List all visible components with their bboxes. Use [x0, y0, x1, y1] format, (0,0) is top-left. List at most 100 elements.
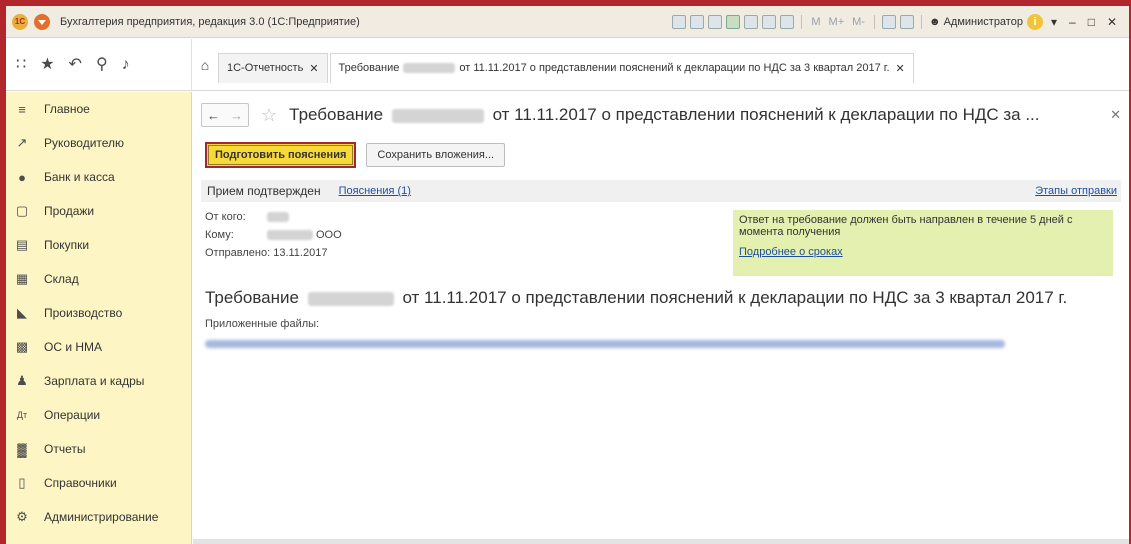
- book-icon: ▯: [18, 475, 26, 490]
- calculator-icon[interactable]: [762, 14, 777, 29]
- history-icon[interactable]: ↶: [69, 56, 82, 73]
- sidebar-item-label: Отчеты: [44, 442, 86, 456]
- deadlines-more-link[interactable]: Подробнее о сроках: [739, 246, 1107, 258]
- sidebar-item-catalogs[interactable]: ▯ Справочники: [6, 466, 191, 500]
- sidebar-item-label: Главное: [44, 102, 90, 116]
- sending-stages-link[interactable]: Этапы отправки: [1035, 185, 1117, 197]
- sidebar-item-main[interactable]: ≡ Главное: [6, 92, 191, 126]
- home-icon[interactable]: ⌂: [192, 39, 218, 90]
- sidebar-item-manager[interactable]: ↗ Руководителю: [6, 126, 191, 160]
- search-icon[interactable]: ⚲: [96, 56, 108, 73]
- window-title: Бухгалтерия предприятия, редакция 3.0 (1…: [60, 15, 360, 28]
- save-icon[interactable]: [672, 14, 687, 29]
- sent-row: Отправлено: 13.11.2017: [205, 244, 342, 262]
- menu-icon: ≡: [18, 101, 26, 117]
- title-end: от 11.11.2017 о представлении пояснений …: [492, 105, 1040, 124]
- sidebar-item-label: Склад: [44, 272, 79, 286]
- info-icon[interactable]: i: [1026, 13, 1043, 30]
- forward-arrow-icon[interactable]: →: [230, 108, 243, 123]
- sidebar-item-label: Администрирование: [44, 510, 159, 524]
- notifications-bell-icon[interactable]: ♪: [122, 56, 130, 73]
- sidebar-item-label: Зарплата и кадры: [44, 374, 145, 388]
- favorite-star-icon[interactable]: ☆: [261, 105, 277, 126]
- user-name[interactable]: ☻ Администратор: [929, 16, 1023, 28]
- close-tab-icon[interactable]: ✕: [896, 62, 905, 75]
- print-icon[interactable]: [690, 14, 705, 29]
- zoom-icon[interactable]: [881, 14, 896, 29]
- attached-file-link[interactable]: [205, 340, 1005, 350]
- tab-requirement[interactable]: Требование от 11.11.2017 о представлении…: [329, 52, 914, 83]
- to-label: Кому:: [205, 229, 234, 241]
- sidebar-item-label: Операции: [44, 408, 101, 422]
- tab-label-end: от 11.11.2017 о представлении пояснений …: [459, 62, 890, 74]
- sidebar-item-label: Справочники: [44, 476, 117, 490]
- main-menu-icon[interactable]: [34, 13, 50, 30]
- operations-icon: Дт: [16, 410, 28, 420]
- sections-sidebar: ≡ Главное ↗ Руководителю ● Банк и касса ▢ Пр…: [6, 92, 192, 544]
- redacted-file-name: [205, 340, 1005, 348]
- toolbar-divider: [920, 14, 922, 29]
- tab-label-start: Требование: [338, 62, 400, 74]
- memory-m-button[interactable]: M: [809, 16, 822, 28]
- user-icon: ☻: [928, 15, 944, 28]
- prepare-explanations-button[interactable]: Подготовить пояснения: [205, 142, 357, 168]
- sidebar-item-label: Банк и касса: [44, 170, 115, 184]
- upload-icon[interactable]: [726, 14, 741, 29]
- sender-info: От кого: Кому: ООО Отправлено: 13.11.201…: [205, 208, 342, 262]
- sidebar-item-production[interactable]: ◣ Производство: [6, 296, 191, 330]
- sidebar-item-assets[interactable]: ▩ ОС и НМА: [6, 330, 191, 364]
- sales-icon: ▢: [15, 203, 29, 218]
- panel-row: ∷ ★ ↶ ⚲ ♪ ⌂ 1С-Отчетность ✕ Требование о…: [6, 39, 1129, 91]
- requirement-end: от 11.11.2017 о представлении пояснений …: [402, 288, 1068, 307]
- sidebar-item-bank[interactable]: ● Банк и касса: [6, 160, 191, 194]
- factory-icon: ◣: [17, 305, 27, 320]
- sidebar-item-sales[interactable]: ▢ Продажи: [6, 194, 191, 228]
- nav-buttons: ← →: [201, 103, 249, 127]
- sidebar-item-label: Руководителю: [44, 136, 125, 150]
- sidebar-item-reports[interactable]: ▓ Отчеты: [6, 432, 191, 466]
- sidebar-item-purchases[interactable]: ▤ Покупки: [6, 228, 191, 262]
- link-icon[interactable]: [744, 14, 759, 29]
- calendar-icon[interactable]: [780, 14, 795, 29]
- panels-icon[interactable]: [899, 14, 914, 29]
- all-functions-icon[interactable]: ∷: [16, 56, 26, 73]
- toolbar-divider: [873, 14, 875, 29]
- dropdown-icon[interactable]: ▾: [1047, 15, 1061, 29]
- from-row: От кого:: [205, 208, 342, 226]
- memory-minus-button[interactable]: M-: [850, 16, 867, 28]
- chart-trend-icon: ↗: [16, 135, 28, 150]
- close-window-button[interactable]: ✕: [1103, 15, 1121, 29]
- title-bar: 1С Бухгалтерия предприятия, редакция 3.0…: [6, 6, 1129, 38]
- close-form-icon[interactable]: ✕: [1110, 107, 1121, 123]
- person-icon: ♟: [16, 373, 28, 388]
- maximize-button[interactable]: □: [1084, 15, 1099, 29]
- sidebar-item-label: ОС и НМА: [44, 340, 103, 354]
- sidebar-item-label: Покупки: [44, 238, 90, 252]
- save-attachments-button[interactable]: Сохранить вложения...: [366, 143, 506, 167]
- tab-label: 1С-Отчетность: [227, 62, 304, 74]
- sidebar-item-operations[interactable]: Дт Операции: [6, 398, 191, 432]
- memory-plus-button[interactable]: M+: [827, 16, 847, 28]
- back-arrow-icon[interactable]: ←: [207, 108, 220, 123]
- cart-icon: ▤: [15, 237, 29, 252]
- requirement-start: Требование: [205, 288, 299, 307]
- command-bar: Подготовить пояснения Сохранить вложения…: [205, 142, 506, 168]
- sidebar-item-admin[interactable]: ⚙ Администрирование: [6, 500, 191, 534]
- to-row: Кому: ООО: [205, 226, 342, 244]
- close-tab-icon[interactable]: ✕: [309, 62, 318, 75]
- sidebar-item-warehouse[interactable]: ▦ Склад: [6, 262, 191, 296]
- status-bar: Прием подтвержден Пояснения (1) Этапы от…: [201, 180, 1121, 202]
- notice-text: Ответ на требование должен быть направле…: [739, 214, 1073, 238]
- app-logo-icon: 1С: [12, 13, 28, 30]
- tab-1c-reporting[interactable]: 1С-Отчетность ✕: [218, 52, 328, 83]
- status-text: Прием подтвержден: [207, 184, 321, 198]
- deadline-notice: Ответ на требование должен быть направле…: [733, 210, 1113, 276]
- favorites-star-icon[interactable]: ★: [40, 56, 54, 73]
- title-toolbar: M M+ M- ☻ Администратор i ▾ – □ ✕: [672, 13, 1129, 30]
- page-title: Требование от 11.11.2017 о представлении…: [289, 105, 1039, 125]
- minimize-button[interactable]: –: [1065, 15, 1080, 29]
- sidebar-item-salary[interactable]: ♟ Зарплата и кадры: [6, 364, 191, 398]
- explanations-link[interactable]: Пояснения (1): [339, 185, 411, 197]
- warehouse-icon: ▦: [15, 271, 29, 286]
- preview-icon[interactable]: [708, 14, 723, 29]
